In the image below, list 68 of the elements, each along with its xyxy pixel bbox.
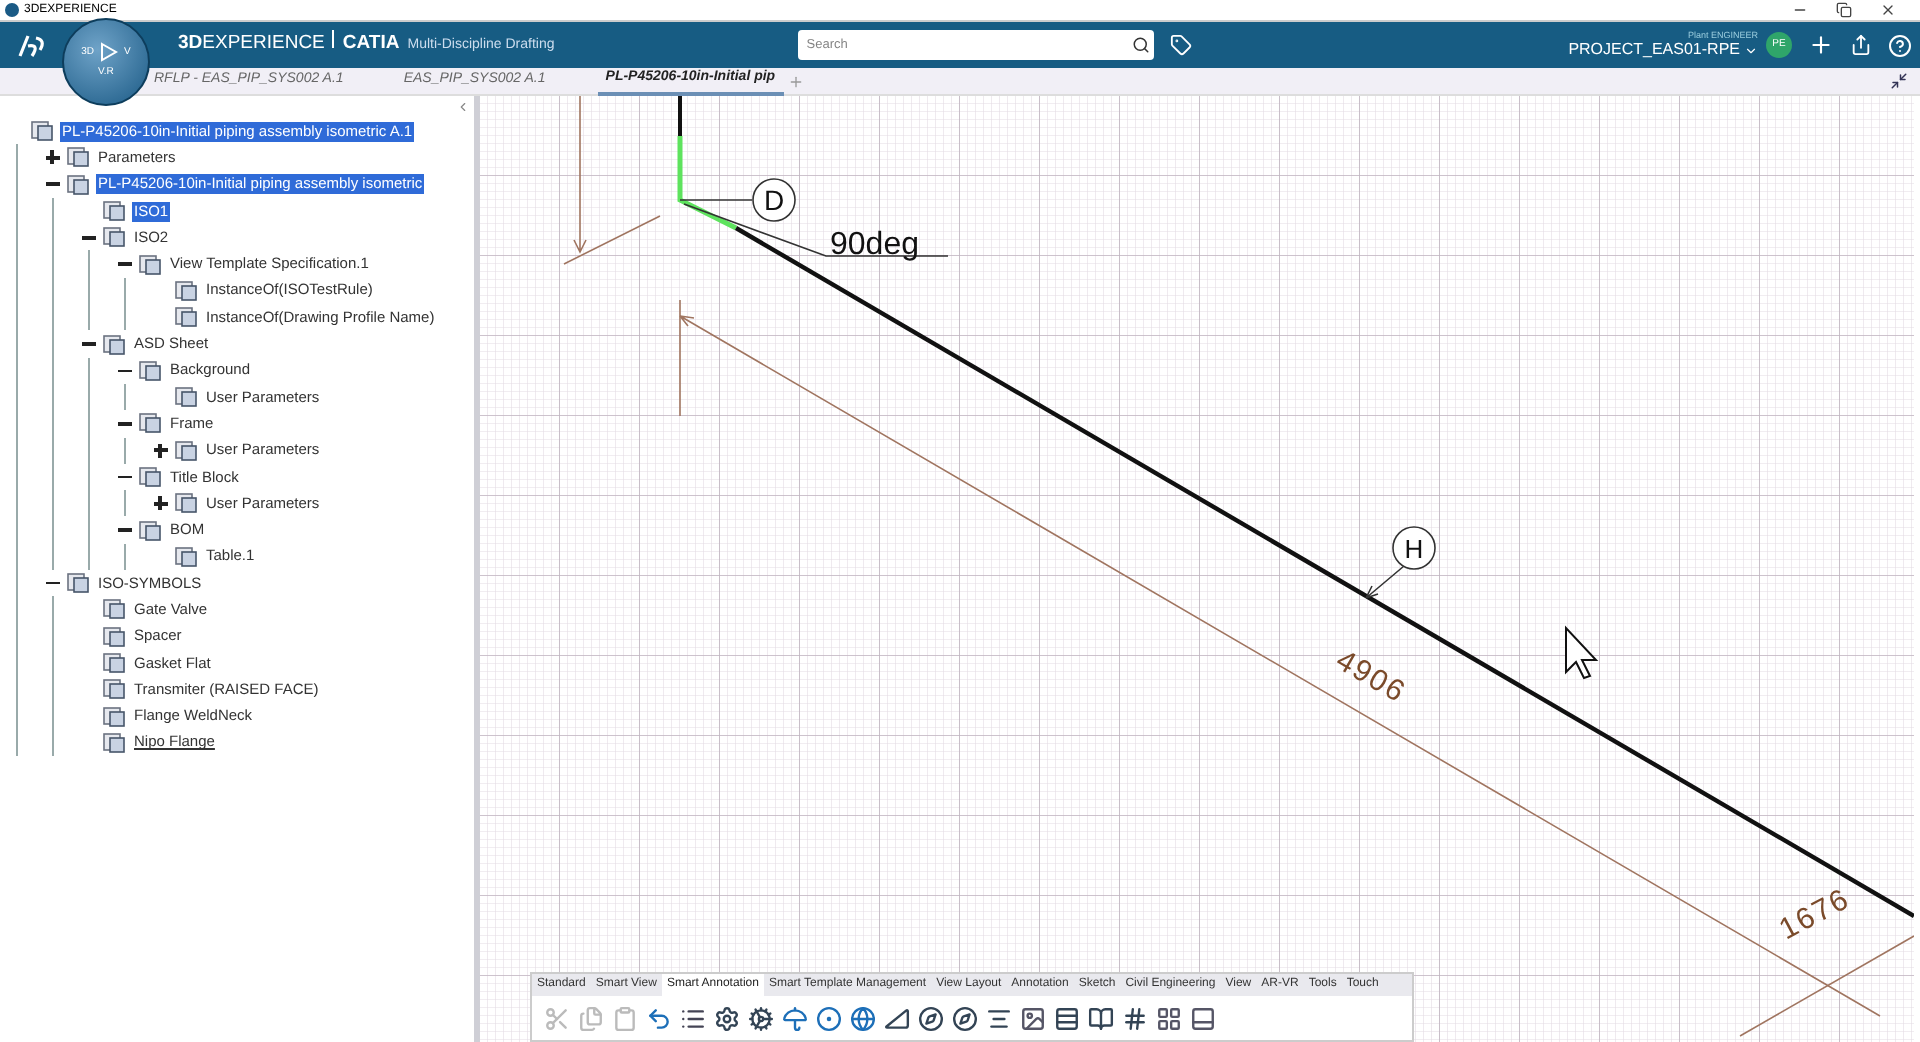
angle-icon[interactable]: [884, 1005, 910, 1031]
collapse-icon[interactable]: [1890, 72, 1908, 90]
umbrella-icon[interactable]: [782, 1005, 808, 1031]
tag-icon[interactable]: [1170, 34, 1193, 56]
document-icon: [174, 386, 198, 409]
book-icon[interactable]: [1088, 1005, 1114, 1031]
document-icon: [102, 731, 126, 754]
dimension-value: 4906: [1330, 643, 1412, 711]
document-icon: [30, 120, 54, 143]
plus-icon[interactable]: [1808, 32, 1834, 58]
document-icon: [174, 492, 198, 515]
restore-icon[interactable]: [1836, 2, 1852, 18]
circle-icon[interactable]: [816, 1005, 842, 1031]
document-icon: [174, 279, 198, 302]
document-icon: [102, 652, 126, 675]
document-icon: [102, 705, 126, 728]
collapse-panel-icon[interactable]: [456, 100, 470, 114]
document-icon: [138, 359, 162, 382]
logo-icon: [16, 31, 48, 59]
align-icon[interactable]: [986, 1005, 1012, 1031]
app-name: CATIA: [342, 30, 400, 59]
document-icon: [138, 466, 162, 488]
list-icon[interactable]: [680, 1005, 706, 1031]
document-icon: [66, 572, 90, 595]
document-icon: [102, 333, 126, 356]
document-icon: [102, 200, 126, 223]
document-icon: [138, 519, 162, 542]
layout-icon[interactable]: [1156, 1005, 1182, 1031]
app-icon: [4, 2, 20, 18]
leader-line: [1365, 565, 1405, 599]
caret-icon[interactable]: [1744, 43, 1758, 57]
balloon-callout: D: [752, 178, 796, 222]
gear-icon[interactable]: [714, 1005, 740, 1031]
image-icon[interactable]: [1020, 1005, 1046, 1031]
document-icon: [138, 253, 162, 276]
close-icon[interactable]: [1880, 2, 1896, 18]
document-icon: [174, 306, 198, 329]
cog-icon[interactable]: [748, 1005, 774, 1031]
expander-toggle[interactable]: [152, 442, 168, 459]
document-icon: [66, 146, 90, 169]
cursor-icon: [1565, 625, 1599, 680]
grid-icon[interactable]: [1122, 1005, 1148, 1031]
document-icon: [174, 439, 198, 462]
brand-name: 3DEXPERIENCE: [178, 30, 325, 59]
document-icon: [102, 226, 126, 249]
document-icon: [66, 173, 90, 196]
share-icon[interactable]: [1850, 34, 1872, 56]
globe-icon[interactable]: [850, 1005, 876, 1031]
search-button[interactable]: [1126, 30, 1155, 60]
angle-label: 90deg: [830, 228, 919, 262]
project-selector[interactable]: PROJECT_EAS01-RPE: [1568, 40, 1758, 60]
document-icon: [102, 598, 126, 621]
help-icon[interactable]: [1888, 33, 1912, 57]
lines-icon[interactable]: [1054, 1005, 1080, 1031]
compass-icon[interactable]: [952, 1005, 978, 1031]
panel-icon[interactable]: [1190, 1005, 1216, 1031]
undo-icon[interactable]: [646, 1005, 672, 1031]
document-icon: [102, 678, 126, 701]
search-icon[interactable]: [1131, 36, 1150, 54]
document-icon: [102, 625, 126, 648]
compass-icon[interactable]: [918, 1005, 944, 1031]
balloon-callout: H: [1392, 526, 1436, 570]
expander-toggle[interactable]: [152, 495, 168, 512]
expander-toggle[interactable]: [44, 149, 60, 166]
document-icon: [174, 545, 198, 568]
dimension-value: 1676: [1773, 881, 1856, 948]
play-icon: [100, 42, 119, 63]
document-icon: [138, 412, 162, 435]
